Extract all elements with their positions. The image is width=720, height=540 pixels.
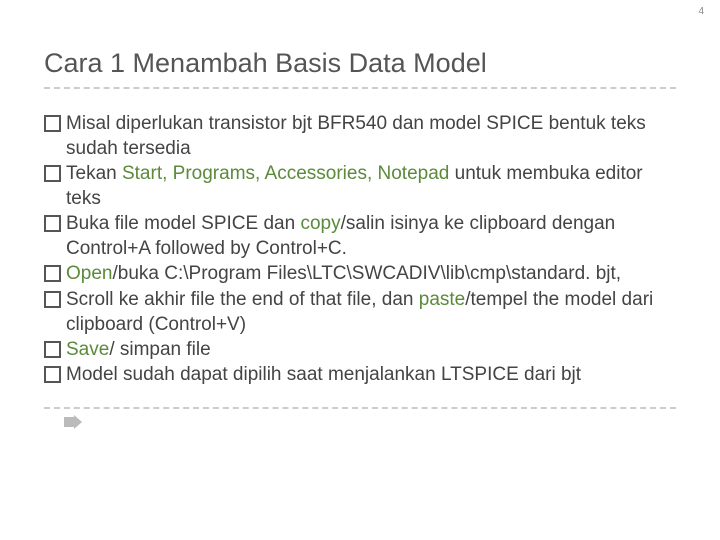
accent-text: Start, Programs, Accessories, Notepad — [122, 163, 449, 184]
footer-divider — [44, 407, 676, 409]
accent-text: Save — [66, 339, 109, 360]
content-area: Misal diperlukan transistor bjt BFR540 d… — [44, 111, 676, 387]
bullet-text: / simpan file — [109, 339, 210, 360]
bullet-item: Open/buka C:\Program Files\LTC\SWCADIV\l… — [44, 261, 676, 286]
page-number: 4 — [698, 6, 704, 17]
bullet-text: Model sudah dapat dipilih saat menjalank… — [66, 364, 581, 385]
bullet-text: Tekan — [66, 163, 122, 184]
accent-text: Open — [66, 263, 112, 284]
bullet-text: Misal diperlukan transistor bjt BFR540 d… — [66, 113, 646, 159]
bullet-item: Misal diperlukan transistor bjt BFR540 d… — [44, 111, 676, 161]
arrow-icon — [64, 415, 676, 429]
bullet-item: Model sudah dapat dipilih saat menjalank… — [44, 362, 676, 387]
bullet-item: Tekan Start, Programs, Accessories, Note… — [44, 161, 676, 211]
bullet-item: Scroll ke akhir file the end of that fil… — [44, 287, 676, 337]
accent-text: copy — [300, 213, 340, 234]
title-divider — [44, 87, 676, 89]
bullet-item: Save/ simpan file — [44, 337, 676, 362]
bullet-text: Scroll ke akhir file the end of that fil… — [66, 289, 419, 310]
bullet-text: /buka C:\Program Files\LTC\SWCADIV\lib\c… — [112, 263, 621, 284]
accent-text: paste — [419, 289, 465, 310]
slide-title: Cara 1 Menambah Basis Data Model — [44, 48, 676, 79]
bullet-text: Buka file model SPICE dan — [66, 213, 300, 234]
bullet-item: Buka file model SPICE dan copy/salin isi… — [44, 211, 676, 261]
slide: Cara 1 Menambah Basis Data Model Misal d… — [0, 0, 720, 429]
